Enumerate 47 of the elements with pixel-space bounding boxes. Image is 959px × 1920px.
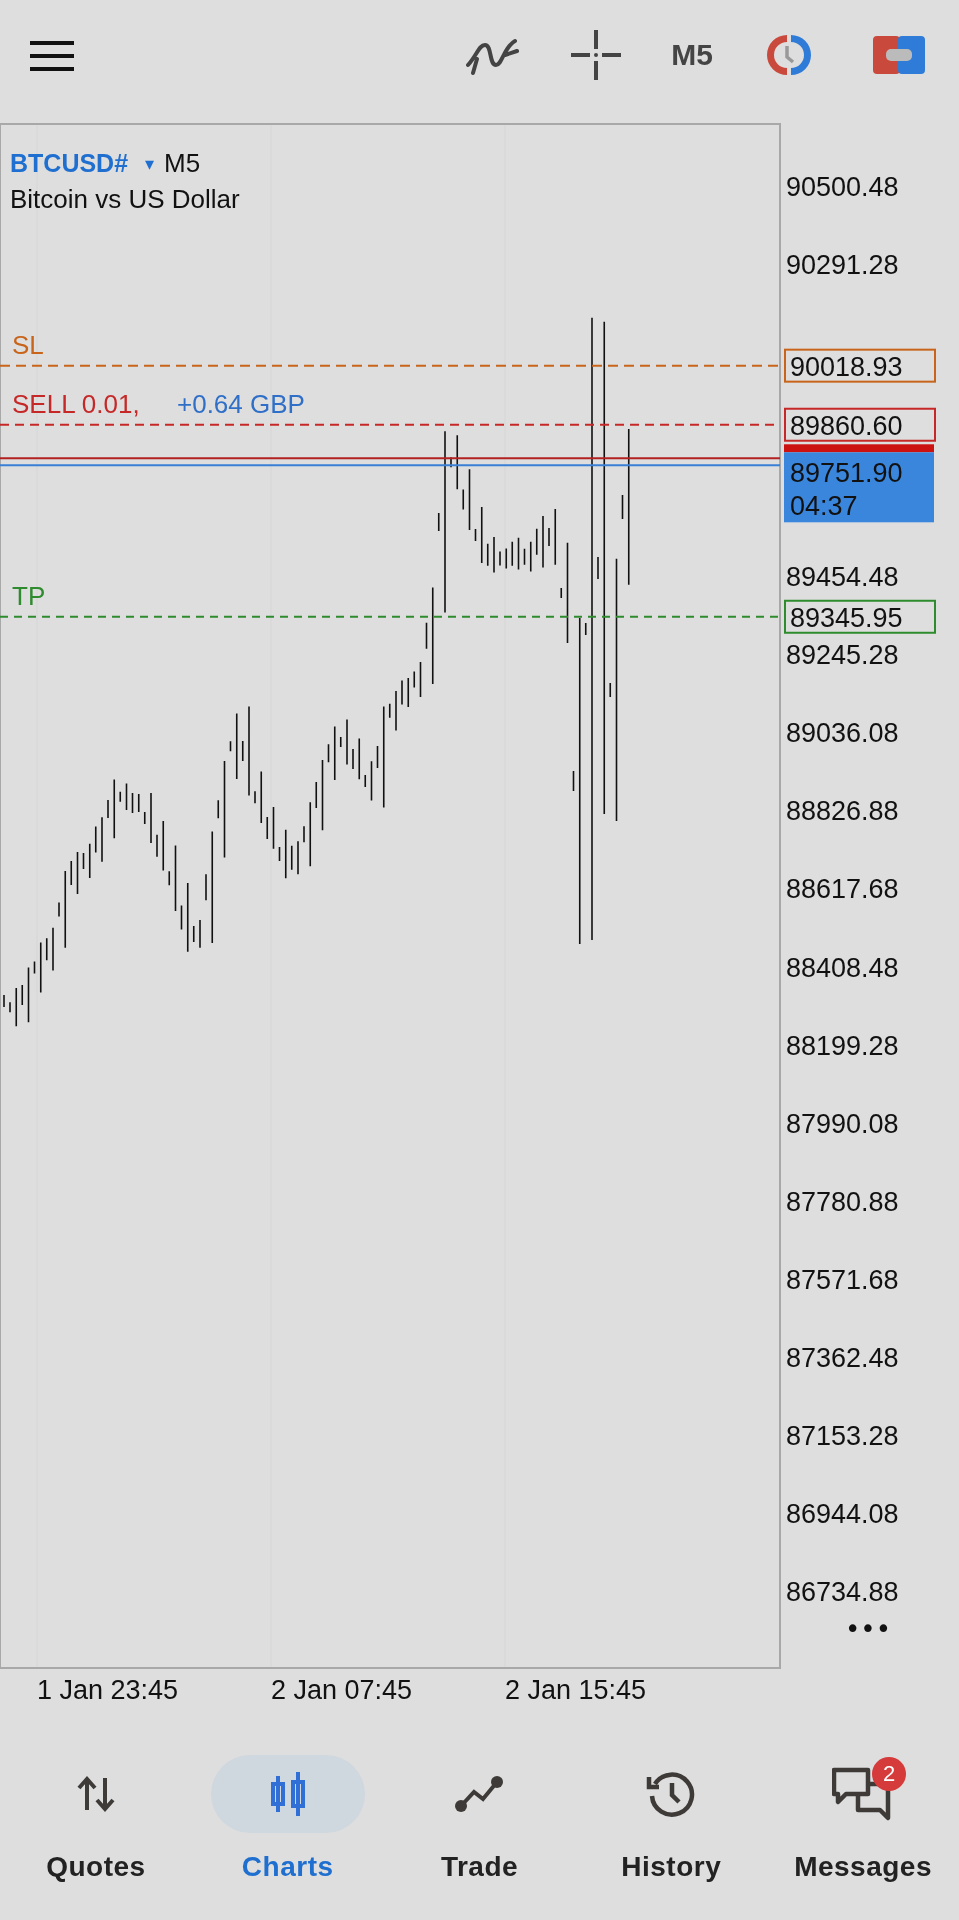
bid-price-tag: 89751.90 04:37 [784,452,934,523]
price-axis-label: 87571.68 [786,1264,899,1295]
level-label: SELL 0.01, [12,388,140,419]
stop-loss-line[interactable] [0,364,781,367]
profit-label: +0.64 GBP [177,388,305,419]
price-axis-label: 87990.08 [786,1108,899,1139]
price-axis-label: 88199.28 [786,1030,899,1061]
symbol-name[interactable]: BTCUSD# [10,149,129,177]
trade-toggle-icon[interactable] [873,36,925,74]
messages-tab[interactable]: 2 Messages [767,1755,959,1883]
time-axis-label: 2 Jan 07:45 [271,1675,413,1705]
price-axis-label: 87362.48 [786,1342,899,1373]
level-price-tag: 90018.93 [784,348,936,383]
history-icon [646,1770,697,1818]
unread-badge: 2 [872,1757,907,1791]
price-axis-label: 89245.28 [786,640,899,671]
price-axis-label: 87780.88 [786,1186,899,1217]
price-axis-label: 86944.08 [786,1498,899,1529]
price-axis-label: 87153.28 [786,1420,899,1451]
price-axis-label: 90291.28 [786,250,899,281]
price-axis-label: 86734.88 [786,1576,899,1607]
timeframe-button[interactable]: M5 [671,38,713,72]
menu-icon[interactable] [30,40,74,72]
price-axis-label: 89036.08 [786,718,899,749]
symbol-caret[interactable]: ▾ [145,153,155,174]
price-axis-label: 88408.48 [786,952,899,983]
history-tab[interactable]: History [575,1755,768,1883]
price-axis-label: 89454.48 [786,562,899,593]
price-axis-label: 88617.68 [786,874,899,905]
symbol-description: Bitcoin vs US Dollar [10,184,240,214]
chart-timeframe: M5 [164,148,201,178]
level-label: SL [12,329,44,360]
trade-tab[interactable]: Trade [383,1755,576,1883]
arrows-icon [75,1776,116,1812]
level-label: TP [12,580,46,611]
price-axis-label: 88826.88 [786,796,899,827]
quotes-tab[interactable]: Quotes [0,1755,192,1883]
line-chart-icon [454,1775,505,1813]
level-price-tag: 89860.60 [784,407,936,442]
more-button[interactable]: ••• [845,1614,891,1644]
price-axis-label: 90500.48 [786,172,899,202]
time-axis-label: 2 Jan 15:45 [505,1675,647,1705]
time-axis-label: 1 Jan 23:45 [37,1675,179,1705]
take-profit-line[interactable] [0,615,781,618]
level-price-tag: 89345.95 [784,599,936,634]
charts-tab[interactable]: Charts [191,1755,384,1883]
crosshair-icon[interactable] [571,30,622,80]
